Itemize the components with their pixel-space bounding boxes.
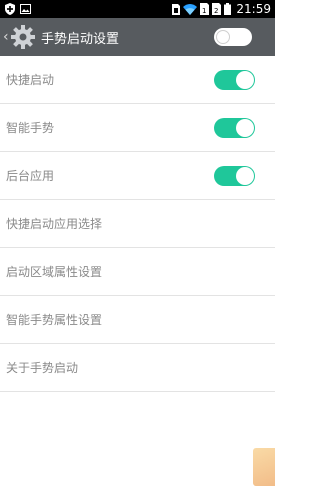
svg-text:1: 1 [202, 7, 206, 15]
sim-card-2-icon: 2 [212, 3, 222, 15]
background-apps-toggle[interactable] [214, 166, 255, 186]
smart-gesture-toggle[interactable] [214, 118, 255, 138]
setting-row-smart-gesture[interactable]: 智能手势 [0, 104, 275, 152]
setting-row-background-apps[interactable]: 后台应用 [0, 152, 275, 200]
status-bar: 1 2 21:59 [0, 0, 275, 18]
status-time: 21:59 [236, 2, 271, 16]
gear-icon[interactable] [9, 23, 37, 51]
quick-launch-toggle[interactable] [214, 70, 255, 90]
setting-row-launch-area-settings[interactable]: 启动区域属性设置 [0, 248, 275, 296]
image-icon [20, 4, 31, 14]
watermark [253, 448, 275, 486]
setting-label: 智能手势 [6, 121, 55, 135]
action-bar: ‹ 手势启动设置 [0, 18, 275, 56]
toggle-knob [236, 119, 254, 137]
settings-list: 快捷启动 智能手势 后台应用 快捷启动应用选择 启动区域属性设置 智能手势属性设… [0, 56, 275, 392]
setting-label: 关于手势启动 [6, 361, 79, 375]
toggle-knob [236, 167, 254, 185]
setting-label: 快捷启动应用选择 [6, 217, 103, 231]
setting-row-quick-launch[interactable]: 快捷启动 [0, 56, 275, 104]
setting-label: 后台应用 [6, 169, 55, 183]
master-toggle[interactable] [214, 28, 252, 46]
page-title: 手势启动设置 [41, 31, 120, 47]
master-toggle-knob [216, 30, 230, 44]
sim-card-1-icon: 1 [200, 3, 210, 15]
setting-row-about[interactable]: 关于手势启动 [0, 344, 275, 392]
battery-icon [224, 3, 232, 15]
wifi-icon [183, 3, 198, 15]
setting-label: 启动区域属性设置 [6, 265, 103, 279]
sim-icon [172, 3, 181, 15]
setting-row-smart-gesture-settings[interactable]: 智能手势属性设置 [0, 296, 275, 344]
setting-label: 快捷启动 [6, 73, 55, 87]
svg-text:2: 2 [214, 7, 218, 15]
setting-label: 智能手势属性设置 [6, 313, 103, 327]
toggle-knob [236, 71, 254, 89]
shield-icon [5, 3, 15, 15]
setting-row-quick-launch-app-select[interactable]: 快捷启动应用选择 [0, 200, 275, 248]
